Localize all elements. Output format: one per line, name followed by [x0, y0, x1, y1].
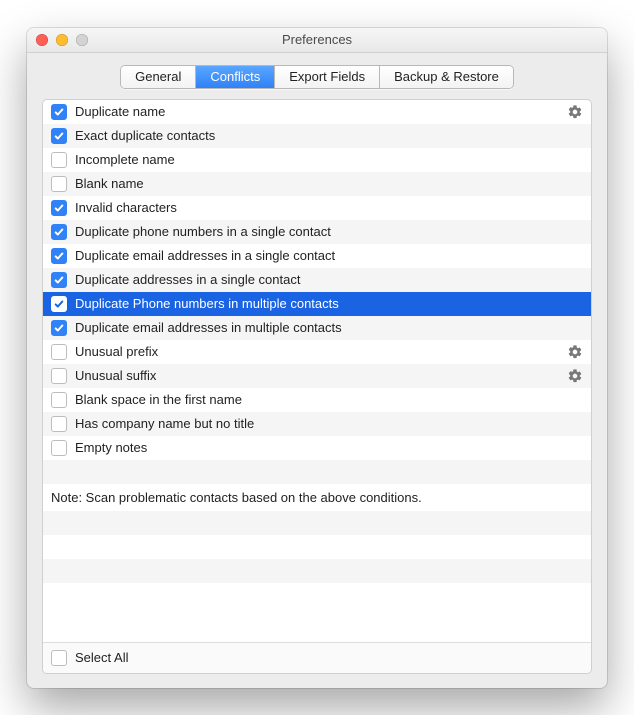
- list-item[interactable]: Incomplete name: [43, 148, 591, 172]
- window-title: Preferences: [27, 32, 607, 47]
- tab-conflicts[interactable]: Conflicts: [196, 66, 275, 88]
- panel-footer: Select All: [43, 642, 591, 673]
- checkbox[interactable]: [51, 392, 67, 408]
- traffic-lights: [36, 34, 88, 46]
- minimize-icon[interactable]: [56, 34, 68, 46]
- list-item[interactable]: Duplicate Phone numbers in multiple cont…: [43, 292, 591, 316]
- list-item[interactable]: Has company name but no title: [43, 412, 591, 436]
- tabs-container: General Conflicts Export Fields Backup &…: [27, 53, 607, 99]
- tab-general[interactable]: General: [121, 66, 196, 88]
- list-item[interactable]: Duplicate email addresses in multiple co…: [43, 316, 591, 340]
- note-text: Note: Scan problematic contacts based on…: [51, 490, 422, 505]
- tab-export-fields[interactable]: Export Fields: [275, 66, 380, 88]
- checkbox[interactable]: [51, 104, 67, 120]
- list-item[interactable]: Exact duplicate contacts: [43, 124, 591, 148]
- item-label: Unusual suffix: [75, 368, 567, 383]
- maximize-icon[interactable]: [76, 34, 88, 46]
- spacer-row: [43, 535, 591, 559]
- list-item[interactable]: Duplicate email addresses in a single co…: [43, 244, 591, 268]
- tab-backup-restore[interactable]: Backup & Restore: [380, 66, 513, 88]
- checkbox[interactable]: [51, 152, 67, 168]
- checkbox[interactable]: [51, 440, 67, 456]
- item-label: Unusual prefix: [75, 344, 567, 359]
- list-item[interactable]: Duplicate name: [43, 100, 591, 124]
- checkbox[interactable]: [51, 200, 67, 216]
- checkbox[interactable]: [51, 416, 67, 432]
- checkbox[interactable]: [51, 368, 67, 384]
- list-item[interactable]: Blank space in the first name: [43, 388, 591, 412]
- checkbox[interactable]: [51, 248, 67, 264]
- checkbox[interactable]: [51, 320, 67, 336]
- item-label: Blank space in the first name: [75, 392, 583, 407]
- list-item[interactable]: Duplicate addresses in a single contact: [43, 268, 591, 292]
- item-label: Blank name: [75, 176, 583, 191]
- item-label: Has company name but no title: [75, 416, 583, 431]
- list-item[interactable]: Duplicate phone numbers in a single cont…: [43, 220, 591, 244]
- checkbox[interactable]: [51, 176, 67, 192]
- select-all-label: Select All: [75, 650, 128, 665]
- spacer-row: [43, 460, 591, 484]
- checkbox[interactable]: [51, 224, 67, 240]
- list-item[interactable]: Unusual prefix: [43, 340, 591, 364]
- list-item[interactable]: Empty notes: [43, 436, 591, 460]
- item-label: Duplicate phone numbers in a single cont…: [75, 224, 583, 239]
- close-icon[interactable]: [36, 34, 48, 46]
- conflicts-panel: Duplicate name Exact duplicate contacts In…: [42, 99, 592, 674]
- list-item[interactable]: Invalid characters: [43, 196, 591, 220]
- spacer-row: [43, 559, 591, 583]
- preferences-window: Preferences General Conflicts Export Fie…: [27, 28, 607, 688]
- note-row: Note: Scan problematic contacts based on…: [43, 484, 591, 511]
- gear-icon[interactable]: [567, 344, 583, 360]
- item-label: Invalid characters: [75, 200, 583, 215]
- item-label: Duplicate email addresses in multiple co…: [75, 320, 583, 335]
- list-item[interactable]: Unusual suffix: [43, 364, 591, 388]
- checkbox[interactable]: [51, 128, 67, 144]
- checkbox[interactable]: [51, 272, 67, 288]
- item-label: Empty notes: [75, 440, 583, 455]
- spacer-row: [43, 511, 591, 535]
- item-label: Duplicate email addresses in a single co…: [75, 248, 583, 263]
- item-label: Incomplete name: [75, 152, 583, 167]
- segmented-control: General Conflicts Export Fields Backup &…: [120, 65, 514, 89]
- list-item[interactable]: Blank name: [43, 172, 591, 196]
- conflicts-list[interactable]: Duplicate name Exact duplicate contacts In…: [43, 100, 591, 642]
- select-all-checkbox[interactable]: [51, 650, 67, 666]
- item-label: Duplicate addresses in a single contact: [75, 272, 583, 287]
- checkbox[interactable]: [51, 296, 67, 312]
- gear-icon[interactable]: [567, 368, 583, 384]
- checkbox[interactable]: [51, 344, 67, 360]
- gear-icon[interactable]: [567, 104, 583, 120]
- item-label: Duplicate Phone numbers in multiple cont…: [75, 296, 583, 311]
- item-label: Duplicate name: [75, 104, 567, 119]
- titlebar[interactable]: Preferences: [27, 28, 607, 53]
- item-label: Exact duplicate contacts: [75, 128, 583, 143]
